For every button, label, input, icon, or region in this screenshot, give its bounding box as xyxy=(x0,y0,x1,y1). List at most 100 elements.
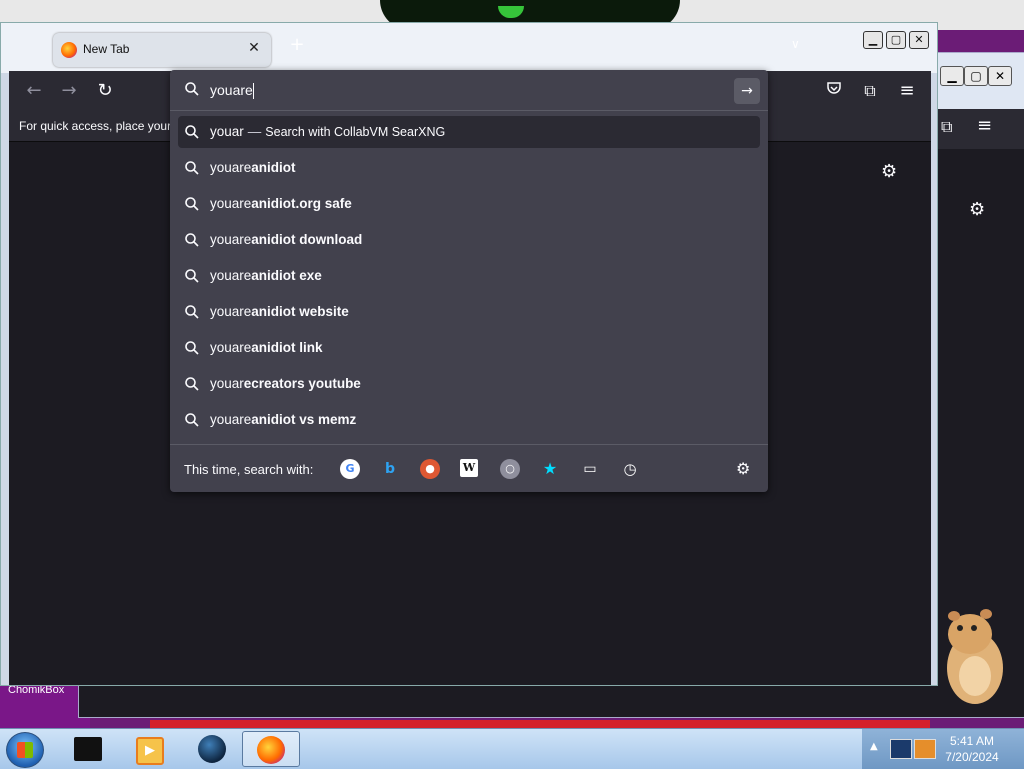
suggestion-text: youareanidiot download xyxy=(210,232,362,247)
extensions-icon[interactable]: ⧉ xyxy=(858,79,882,103)
suggestion-completion: anidiot link xyxy=(251,340,323,355)
duckduckgo-icon[interactable]: ● xyxy=(420,459,440,479)
system-tray: ▲ 5:41 AM 7/20/2024 xyxy=(862,729,1024,769)
search-icon xyxy=(184,304,200,324)
suggestion-row[interactable]: youareanidiot xyxy=(178,152,760,184)
taskbar: ▶ ▲ 5:41 AM 7/20/2024 xyxy=(0,728,1024,769)
tab-title: New Tab xyxy=(83,42,130,56)
google-icon[interactable]: G xyxy=(340,459,360,479)
reload-button[interactable]: ↻ xyxy=(93,79,117,103)
taskbar-item-computer[interactable] xyxy=(60,731,118,767)
wallpaper-green-dot xyxy=(498,6,524,18)
forward-button[interactable]: → xyxy=(57,79,81,103)
list-all-tabs-icon[interactable]: ∨ xyxy=(791,37,800,51)
suggestion-row[interactable]: youareanidiot exe xyxy=(178,260,760,292)
show-hidden-icons-arrow[interactable]: ▲ xyxy=(870,741,878,752)
suggestion-text: youareanidiot website xyxy=(210,304,349,319)
close-button[interactable]: ✕ xyxy=(909,31,929,49)
search-with-label: This time, search with: xyxy=(184,462,314,477)
tab-new-tab[interactable]: New Tab ✕ xyxy=(53,33,271,67)
suggestion-row[interactable]: youareanidiot link xyxy=(178,332,760,364)
suggestion-typed-part: youare xyxy=(210,340,252,355)
tab-close-icon[interactable]: ✕ xyxy=(245,39,263,57)
taskbar-item-firefox[interactable] xyxy=(242,731,300,767)
suggestion-row[interactable]: youareanidiot vs memz xyxy=(178,404,760,436)
suggestion-row[interactable]: youareanidiot website xyxy=(178,296,760,328)
search-engine-footer: This time, search with: G b ● W ○ ★ ▭ ◷ … xyxy=(170,444,768,493)
new-tab-button[interactable]: + xyxy=(287,35,307,55)
urlbar-value[interactable]: youare xyxy=(210,82,253,98)
tab-strip: New Tab ✕ + ∨ ▁ ▢ ✕ xyxy=(1,23,937,73)
suggestion-text: youareanidiot.org safe xyxy=(210,196,352,211)
history-icon[interactable]: ◷ xyxy=(620,459,640,479)
clock-time[interactable]: 5:41 AM xyxy=(932,734,1012,748)
suggestion-typed-part: youare xyxy=(210,268,252,283)
tabs-icon[interactable]: ▭ xyxy=(580,459,600,479)
suggestion-text: youareanidiot xyxy=(210,160,296,175)
taskbar-item-globe[interactable] xyxy=(184,731,242,767)
suggestion-text: youareanidiot exe xyxy=(210,268,322,283)
bookmarks-icon[interactable]: ★ xyxy=(540,459,560,479)
suggestion-completion: ecreators youtube xyxy=(243,376,361,391)
bookmarks-toolbar-hint: For quick access, place your b xyxy=(19,119,182,133)
suggestion-completion: anidiot website xyxy=(251,304,349,319)
suggestion-row[interactable]: youareanidiot.org safe xyxy=(178,188,760,220)
maximize-button[interactable]: ▢ xyxy=(886,31,906,49)
firefox-icon xyxy=(257,736,285,764)
firefox-icon xyxy=(61,42,77,58)
new-tab-settings-icon[interactable]: ⚙ xyxy=(881,161,897,182)
clock-date[interactable]: 7/20/2024 xyxy=(932,750,1012,764)
globe-icon xyxy=(198,735,226,763)
suggestion-typed-part: youar xyxy=(210,124,244,139)
urlbar-input[interactable]: youare → xyxy=(170,70,768,111)
pocket-icon[interactable] xyxy=(822,79,846,103)
searxng-icon[interactable]: ○ xyxy=(500,459,520,479)
suggestion-row[interactable]: youar — Search with CollabVM SearXNG xyxy=(178,116,760,148)
extensions-icon[interactable]: ⧉ xyxy=(941,117,952,137)
suggestion-row[interactable]: youareanidiot download xyxy=(178,224,760,256)
suggestion-typed-part: youare xyxy=(210,232,252,247)
taskbar-item-media-player[interactable]: ▶ xyxy=(120,731,178,767)
search-icon xyxy=(184,412,200,432)
start-button[interactable] xyxy=(6,732,44,768)
go-button[interactable]: → xyxy=(734,78,760,104)
urlbar-dropdown: youare → youar — Search with CollabVM Sear… xyxy=(170,70,768,492)
search-icon xyxy=(184,81,200,101)
suggestion-typed-part: youare xyxy=(210,304,252,319)
suggestion-completion: anidiot xyxy=(251,160,296,175)
suggestion-action: Search with CollabVM SearXNG xyxy=(265,125,446,139)
suggestion-typed-part: youare xyxy=(210,160,252,175)
suggestion-typed-part: youare xyxy=(210,196,252,211)
background-minimize-button[interactable]: ▁ xyxy=(940,66,964,86)
windows-logo-icon xyxy=(17,742,33,758)
black-box-icon xyxy=(74,737,102,761)
suggestion-row[interactable]: youarecreators youtube xyxy=(178,368,760,400)
search-icon xyxy=(184,376,200,396)
minimize-button[interactable]: ▁ xyxy=(863,31,883,49)
suggestion-completion: anidiot download xyxy=(251,232,363,247)
background-maximize-button[interactable]: ▢ xyxy=(964,66,988,86)
media-player-icon: ▶ xyxy=(136,737,164,765)
bing-icon[interactable]: b xyxy=(380,459,400,479)
wikipedia-icon[interactable]: W xyxy=(460,459,478,477)
suggestion-text: youarecreators youtube xyxy=(210,376,361,391)
hamster-sticker-image xyxy=(940,606,1010,706)
settings-gear-icon[interactable]: ⚙ xyxy=(969,199,985,220)
suggestion-typed-part: youare xyxy=(210,412,252,427)
suggestion-completion: anidiot exe xyxy=(251,268,322,283)
tray-app-icon[interactable] xyxy=(890,739,912,759)
back-button[interactable]: ← xyxy=(22,79,46,103)
search-icon xyxy=(184,268,200,288)
menu-icon[interactable]: ≡ xyxy=(895,79,919,103)
suggestion-text: youareanidiot vs memz xyxy=(210,412,356,427)
suggestion-typed-part: youar xyxy=(210,376,244,391)
search-icon xyxy=(184,160,200,180)
search-settings-gear-icon[interactable]: ⚙ xyxy=(736,459,750,478)
text-caret xyxy=(252,83,254,100)
suggestion-text: youar — Search with CollabVM SearXNG xyxy=(210,124,445,139)
menu-icon[interactable]: ≡ xyxy=(977,115,992,136)
suggestion-completion: anidiot.org safe xyxy=(251,196,352,211)
search-icon xyxy=(184,124,200,144)
suggestion-completion: anidiot vs memz xyxy=(251,412,357,427)
background-close-button[interactable]: ✕ xyxy=(988,66,1012,86)
